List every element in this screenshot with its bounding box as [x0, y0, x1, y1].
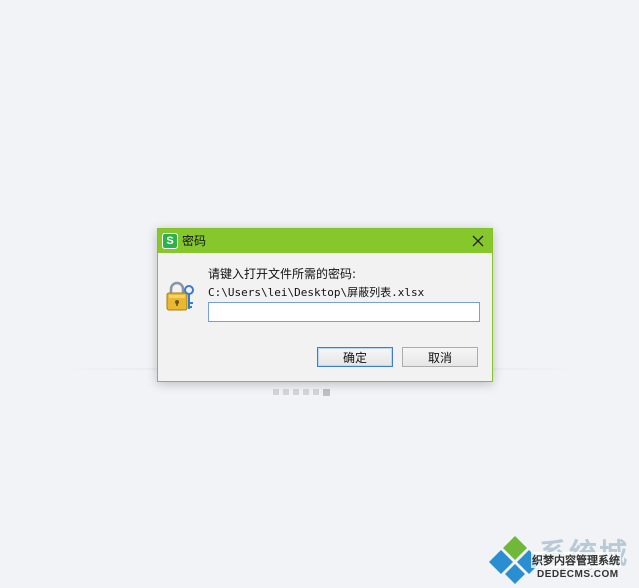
site-watermark: 系统城 xitongcheng.com 织梦内容管理系统 DEDECMS.COM [487, 530, 639, 588]
watermark-domain: DEDECMS.COM [537, 569, 619, 580]
cancel-button[interactable]: 取消 [402, 347, 478, 367]
ok-button[interactable]: 确定 [317, 347, 393, 367]
watermark-caption: 织梦内容管理系统 [531, 552, 621, 568]
dialog-titlebar[interactable]: S 密码 [158, 229, 492, 253]
password-input[interactable] [208, 302, 480, 322]
loading-dot [283, 389, 289, 395]
close-icon [472, 235, 484, 247]
loading-dot [293, 389, 299, 395]
password-dialog: S 密码 请键入打开文件所需的密码: C:\Users\lei\Desktop\… [157, 228, 493, 382]
password-prompt-label: 请键入打开文件所需的密码: [208, 267, 357, 281]
loading-dot [303, 389, 309, 395]
file-path-label: C:\Users\lei\Desktop\屏蔽列表.xlsx [208, 286, 425, 299]
wps-spreadsheet-icon: S [162, 233, 178, 249]
dialog-title: 密码 [182, 234, 207, 248]
close-button[interactable] [470, 233, 486, 249]
lock-key-icon [166, 281, 194, 311]
loading-dot [273, 389, 279, 395]
loading-dot-active [323, 388, 330, 396]
loading-dot [313, 389, 319, 395]
loading-indicator [273, 388, 330, 396]
